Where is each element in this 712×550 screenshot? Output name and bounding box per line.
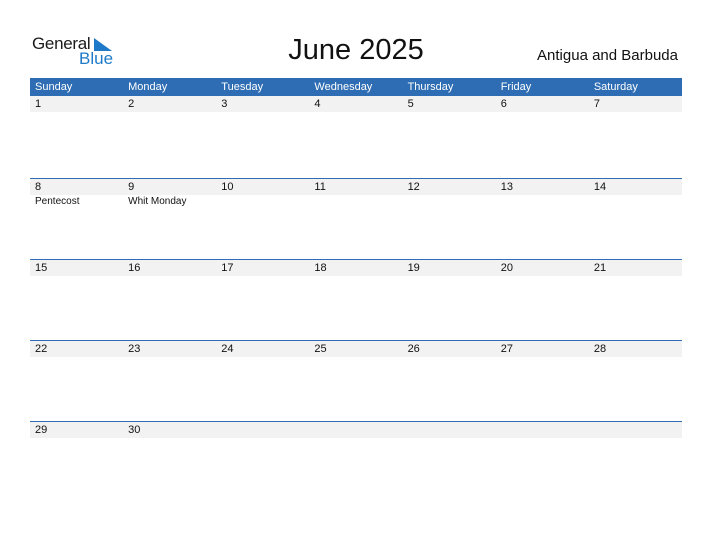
day-number: 6 (500, 98, 507, 110)
week-row: 29 30 (30, 421, 682, 502)
day-number-band: 8 9 10 11 12 13 14 (30, 179, 682, 195)
day-event (589, 195, 682, 209)
week-row: 8 9 10 11 12 13 14 Pentecost Whit Monday (30, 178, 682, 259)
day-number: 2 (128, 98, 135, 110)
day-number: 16 (128, 262, 141, 274)
day-number: 14 (593, 181, 607, 193)
day-event: Pentecost (35, 196, 80, 207)
day-number: 11 (314, 181, 326, 193)
weekday-header: Sunday Monday Tuesday Wednesday Thursday… (30, 78, 682, 96)
day-number: 29 (35, 424, 48, 436)
weekday-saturday: Saturday (593, 81, 638, 93)
day-number: 3 (221, 98, 228, 110)
calendar-grid: Sunday Monday Tuesday Wednesday Thursday… (30, 78, 682, 502)
day-number: 19 (407, 262, 420, 274)
day-number: 9 (128, 181, 135, 193)
day-number: 1 (35, 98, 42, 110)
day-number (309, 422, 402, 438)
day-number: 25 (314, 343, 327, 355)
day-number: 22 (35, 343, 48, 355)
country-label: Antigua and Barbuda (537, 47, 678, 64)
day-number-band: 15 16 17 18 19 20 21 (30, 260, 682, 276)
day-number: 18 (314, 262, 327, 274)
day-number (589, 422, 682, 438)
day-number: 7 (593, 98, 600, 110)
day-event (216, 195, 309, 209)
day-number: 23 (128, 343, 141, 355)
weekday-friday: Friday (500, 81, 532, 93)
weekday-wednesday: Wednesday (314, 81, 373, 93)
day-number: 21 (593, 262, 607, 274)
weekday-tuesday: Tuesday (221, 81, 264, 93)
day-number: 8 (35, 181, 42, 193)
day-number (403, 422, 496, 438)
day-number: 20 (500, 262, 513, 274)
day-number: 30 (128, 424, 141, 436)
day-event (309, 195, 402, 209)
weekday-thursday: Thursday (407, 81, 454, 93)
day-number: 24 (221, 343, 234, 355)
day-number: 12 (407, 181, 420, 193)
day-number (216, 422, 309, 438)
week-row: 1 2 3 4 5 6 7 (30, 96, 682, 178)
day-number: 13 (500, 181, 513, 193)
day-number-band: 1 2 3 4 5 6 7 (30, 96, 682, 112)
day-number: 17 (221, 262, 234, 274)
day-number (496, 422, 589, 438)
week-row: 15 16 17 18 19 20 21 (30, 259, 682, 340)
day-number: 4 (314, 98, 321, 110)
weekday-sunday: Sunday (35, 81, 73, 93)
day-number: 27 (500, 343, 513, 355)
weekday-monday: Monday (128, 81, 168, 93)
day-number: 15 (35, 262, 48, 274)
day-event: Whit Monday (128, 196, 187, 207)
day-number: 5 (407, 98, 414, 110)
day-number: 26 (407, 343, 420, 355)
day-event (403, 195, 496, 209)
events-band: Pentecost Whit Monday (30, 195, 682, 209)
day-event (496, 195, 589, 209)
day-number-band: 22 23 24 25 26 27 28 (30, 341, 682, 357)
day-number: 28 (593, 343, 607, 355)
day-number-band: 29 30 (30, 422, 682, 438)
week-row: 22 23 24 25 26 27 28 (30, 340, 682, 421)
day-number: 10 (221, 181, 234, 193)
